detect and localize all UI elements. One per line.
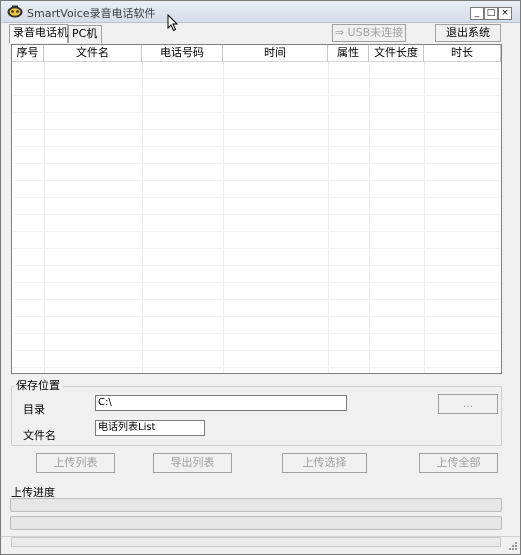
close-button[interactable]: × [498, 7, 512, 20]
table-header: 序号 文件名 电话号码 时间 属性 文件长度 时长 [12, 45, 501, 62]
save-location-title: 保存位置 [14, 379, 62, 392]
directory-input[interactable]: C:\ [95, 395, 347, 411]
column-header-file-length[interactable]: 文件长度 [369, 45, 424, 62]
total-progress-bar [10, 516, 502, 530]
table-grid [12, 62, 501, 373]
upload-selected-button[interactable]: 上传选择 [282, 453, 367, 473]
exit-button[interactable]: 退出系统 [435, 24, 501, 42]
browse-button[interactable]: ... [438, 394, 498, 414]
export-list-button[interactable]: 导出列表 [153, 453, 232, 473]
app-logo-icon [7, 5, 23, 18]
maximize-button[interactable]: □ [484, 7, 498, 20]
tab-pc[interactable]: PC机 [68, 25, 102, 43]
main-window: SmartVoice录音电话软件 _ □ × 录音电话机 PC机 ⇒ USB未连… [0, 0, 521, 555]
upload-all-button[interactable]: 上传全部 [419, 453, 498, 473]
upload-list-button[interactable]: 上传列表 [36, 453, 115, 473]
column-header-index[interactable]: 序号 [12, 45, 44, 62]
directory-label: 目录 [23, 403, 45, 416]
resize-grip-icon[interactable] [504, 539, 518, 553]
filename-input[interactable]: 电话列表List [95, 420, 205, 436]
mouse-cursor-icon [167, 14, 179, 32]
tab-phone-recorder[interactable]: 录音电话机 [9, 24, 68, 43]
usb-status-button[interactable]: ⇒ USB未连接 [332, 24, 406, 42]
file-progress-bar [10, 498, 502, 512]
filename-label: 文件名 [23, 429, 56, 442]
column-header-duration[interactable]: 时长 [424, 45, 501, 62]
minimize-button[interactable]: _ [470, 7, 484, 20]
recordings-table[interactable]: 序号 文件名 电话号码 时间 属性 文件长度 时长 [11, 44, 502, 374]
column-header-filename[interactable]: 文件名 [44, 45, 142, 62]
horizontal-scrollbar[interactable] [11, 537, 501, 547]
column-header-attribute[interactable]: 属性 [328, 45, 369, 62]
column-header-time[interactable]: 时间 [223, 45, 328, 62]
title-bar[interactable]: SmartVoice录音电话软件 _ □ × [1, 1, 520, 32]
window-title: SmartVoice录音电话软件 [27, 7, 156, 20]
column-header-phone[interactable]: 电话号码 [142, 45, 223, 62]
